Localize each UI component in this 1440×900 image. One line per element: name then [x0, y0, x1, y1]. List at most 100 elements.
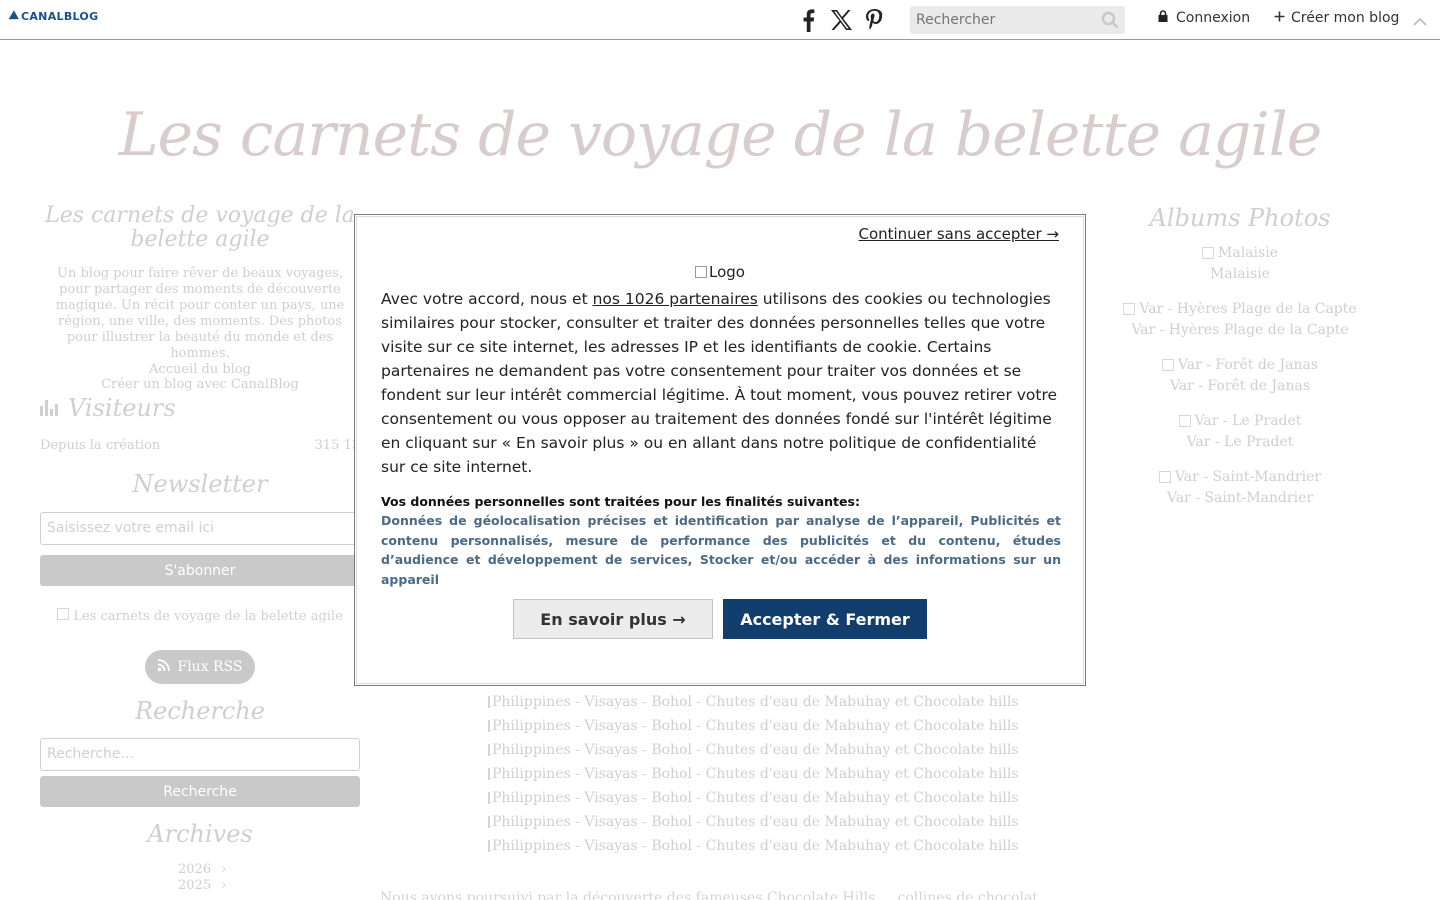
- post-image-alt: Philippines - Visayas - Bohol - Chutes d…: [492, 718, 1019, 734]
- post-image-list: Philippines - Visayas - Bohol - Chutes d…: [488, 690, 1019, 858]
- post-image-alt: Philippines - Visayas - Bohol - Chutes d…: [492, 742, 1019, 758]
- visitors-heading: Visiteurs: [40, 394, 176, 422]
- broken-image-icon: [488, 768, 490, 780]
- chevron-up-icon[interactable]: [1413, 12, 1427, 31]
- accept-close-button[interactable]: Accepter & Fermer: [723, 599, 927, 639]
- post-text: Nous avons poursuivi par la découverte d…: [380, 890, 1038, 900]
- post-image[interactable]: Philippines - Visayas - Bohol - Chutes d…: [488, 762, 1019, 786]
- album-label[interactable]: Var - Forêt de Janas: [1080, 378, 1400, 394]
- create-blog-label: Créer mon blog: [1291, 10, 1400, 26]
- rss-icon: [157, 658, 171, 676]
- album-thumbnail-alt: Var - Hyères Plage de la Capte: [1139, 301, 1357, 317]
- purposes-list[interactable]: Données de géolocalisation précises et i…: [381, 511, 1061, 589]
- album-thumbnail[interactable]: Var - Hyères Plage de la Capte: [1080, 296, 1400, 322]
- post-image[interactable]: Philippines - Visayas - Bohol - Chutes d…: [488, 810, 1019, 834]
- consent-text-rest: utilisons des cookies ou technologies si…: [381, 290, 1058, 476]
- album-thumbnail[interactable]: Var - Le Pradet: [1080, 408, 1400, 434]
- blog-image: Les carnets de voyage de la belette agil…: [40, 608, 360, 624]
- album-thumbnail-alt: Var - Forêt de Janas: [1177, 357, 1319, 373]
- album-thumbnail-alt: Var - Le Pradet: [1194, 413, 1302, 429]
- broken-image-icon: [1158, 471, 1171, 483]
- pinterest-icon[interactable]: [860, 6, 888, 34]
- post-image[interactable]: Philippines - Visayas - Bohol - Chutes d…: [488, 834, 1019, 858]
- broken-image-icon: [488, 816, 490, 828]
- album-thumbnail[interactable]: Var - Forêt de Janas: [1080, 352, 1400, 378]
- purposes-title: Vos données personnelles sont traitées p…: [381, 494, 860, 509]
- x-icon[interactable]: [827, 6, 855, 34]
- archive-year-2026[interactable]: 2026 ›: [178, 862, 226, 877]
- broken-image-icon: [1123, 303, 1136, 315]
- top-bar: CANALBLOG Connexion Créer mon blog: [0, 0, 1440, 40]
- album-thumbnail-alt: Malaisie: [1218, 245, 1278, 261]
- chevron-right-icon: ›: [221, 862, 227, 877]
- albums-title: Albums Photos: [1149, 204, 1331, 232]
- sidebar-search-input[interactable]: Recherche...: [40, 738, 360, 771]
- right-sidebar: Albums Photos Malaisie Malaisie Var - Hy…: [1080, 204, 1400, 506]
- bar-chart-icon: [40, 400, 58, 416]
- logo-arrow-icon: [6, 9, 19, 24]
- partners-link[interactable]: nos 1026 partenaires: [593, 290, 758, 308]
- post-image-alt: Philippines - Visayas - Bohol - Chutes d…: [492, 766, 1019, 782]
- post-image[interactable]: Philippines - Visayas - Bohol - Chutes d…: [488, 714, 1019, 738]
- search-title: Recherche: [135, 697, 265, 725]
- archive-year-label: 2026: [178, 862, 212, 877]
- continue-without-accepting-link[interactable]: Continuer sans accepter →: [858, 225, 1059, 243]
- visitors-title: Visiteurs: [68, 394, 176, 422]
- post-image-alt: Philippines - Visayas - Bohol - Chutes d…: [492, 694, 1019, 710]
- album-item[interactable]: Var - Le Pradet Var - Le Pradet: [1080, 408, 1400, 450]
- top-search-box[interactable]: [910, 6, 1125, 34]
- plus-icon: [1274, 10, 1285, 26]
- subscribe-button[interactable]: S'abonner: [40, 555, 360, 586]
- broken-image-icon: [488, 840, 490, 852]
- create-blog-canalblog-link[interactable]: Créer un blog avec CanalBlog: [40, 377, 360, 392]
- visitors-row: Depuis la création 315 13: [40, 438, 360, 453]
- facebook-icon[interactable]: [794, 6, 822, 34]
- album-item[interactable]: Var - Saint-Mandrier Var - Saint-Mandrie…: [1080, 464, 1400, 506]
- consent-logo: Logo: [355, 263, 1085, 281]
- album-item[interactable]: Var - Forêt de Janas Var - Forêt de Jana…: [1080, 352, 1400, 394]
- chevron-right-icon: ›: [221, 878, 227, 893]
- login-link[interactable]: Connexion: [1158, 10, 1250, 26]
- broken-image-icon: [488, 696, 490, 708]
- post-image[interactable]: Philippines - Visayas - Bohol - Chutes d…: [488, 786, 1019, 810]
- post-image[interactable]: Philippines - Visayas - Bohol - Chutes d…: [488, 690, 1019, 714]
- consent-logo-alt: Logo: [709, 263, 745, 281]
- home-link[interactable]: Accueil du blog: [40, 362, 360, 377]
- album-label[interactable]: Malaisie: [1080, 266, 1400, 282]
- rss-label: Flux RSS: [177, 659, 243, 675]
- blog-title[interactable]: Les carnets de voyage de la belette agil…: [0, 100, 1440, 170]
- login-label: Connexion: [1176, 10, 1251, 26]
- email-field[interactable]: Saisissez votre email ici: [40, 512, 360, 545]
- search-icon[interactable]: [1101, 11, 1119, 33]
- lock-icon: [1158, 10, 1168, 26]
- broken-image-icon: [488, 792, 490, 804]
- logo-text: CANALBLOG: [21, 10, 99, 23]
- create-blog-link[interactable]: Créer mon blog: [1274, 10, 1399, 26]
- album-label[interactable]: Var - Hyères Plage de la Capte: [1080, 322, 1400, 338]
- album-label[interactable]: Var - Saint-Mandrier: [1080, 490, 1400, 506]
- consent-text: Avec votre accord, nous et nos 1026 part…: [381, 287, 1061, 479]
- album-item[interactable]: Var - Hyères Plage de la Capte Var - Hyè…: [1080, 296, 1400, 338]
- sidebar-blog-name: Les carnets de voyage de la belette agil…: [45, 203, 355, 252]
- archives-title: Archives: [147, 820, 253, 848]
- learn-more-button[interactable]: En savoir plus →: [513, 599, 713, 639]
- sidebar-search-button[interactable]: Recherche: [40, 776, 360, 807]
- visitors-label: Depuis la création: [40, 438, 161, 453]
- broken-image-icon: [1178, 415, 1191, 427]
- rss-button[interactable]: Flux RSS: [145, 650, 255, 684]
- archive-year-2025[interactable]: 2025 ›: [178, 878, 226, 893]
- archive-year-label: 2025: [178, 878, 212, 893]
- album-thumbnail[interactable]: Var - Saint-Mandrier: [1080, 464, 1400, 490]
- post-image-alt: Philippines - Visayas - Bohol - Chutes d…: [492, 838, 1019, 854]
- album-thumbnail[interactable]: Malaisie: [1080, 240, 1400, 266]
- top-search-input[interactable]: [916, 12, 1096, 28]
- post-image-alt: Philippines - Visayas - Bohol - Chutes d…: [492, 790, 1019, 806]
- canalblog-logo[interactable]: CANALBLOG: [6, 9, 99, 24]
- post-image[interactable]: Philippines - Visayas - Bohol - Chutes d…: [488, 738, 1019, 762]
- broken-image-icon: [1202, 247, 1215, 259]
- newsletter-title: Newsletter: [132, 470, 268, 498]
- album-label[interactable]: Var - Le Pradet: [1080, 434, 1400, 450]
- album-item[interactable]: Malaisie Malaisie: [1080, 240, 1400, 282]
- blog-image-alt: Les carnets de voyage de la belette agil…: [73, 609, 343, 624]
- broken-image-icon: [695, 266, 707, 278]
